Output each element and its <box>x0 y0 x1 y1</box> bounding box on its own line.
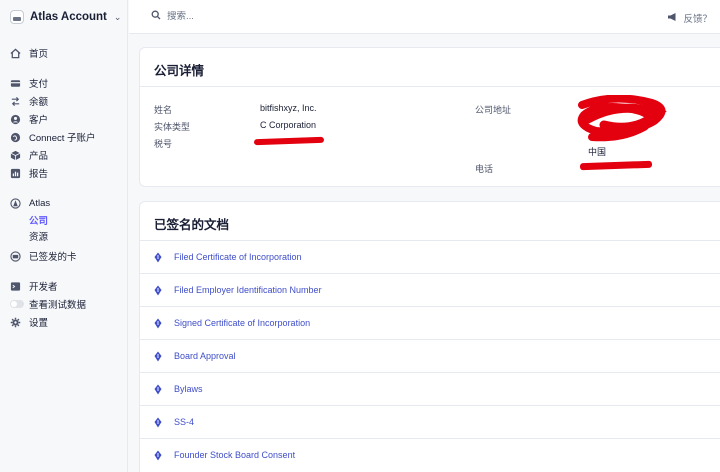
feedback-label: 反馈？ <box>683 14 712 25</box>
sidebar-item-label: 查看测试数据 <box>29 300 87 311</box>
sidebar-item-label: Atlas <box>29 197 51 209</box>
document-row[interactable]: Founder Stock Board Consent <box>140 438 720 471</box>
name-label: 姓名 <box>154 105 173 115</box>
entity-type-value: C Corporation <box>260 120 317 130</box>
sidebar-item-home[interactable]: 首页 <box>10 46 48 60</box>
document-link[interactable]: Bylaws <box>174 384 203 394</box>
balance-arrows-icon <box>10 96 21 107</box>
pen-nib-icon <box>154 450 162 461</box>
sidebar-item-label: 余额 <box>29 97 49 108</box>
sidebar-item-label: 已签发的卡 <box>29 252 77 263</box>
sidebar-item-reports[interactable]: 报告 <box>10 166 48 180</box>
address-redaction <box>577 95 667 142</box>
sidebar-item-label: 设置 <box>29 318 49 329</box>
test-data-toggle[interactable] <box>10 300 24 308</box>
box-icon <box>10 150 21 161</box>
document-link[interactable]: Signed Certificate of Incorporation <box>174 318 310 328</box>
search-input[interactable] <box>167 11 327 22</box>
document-row[interactable]: Filed Certificate of Incorporation <box>140 240 720 273</box>
phone-label: 电话 <box>475 164 494 174</box>
sidebar-item-label: 产品 <box>29 151 49 162</box>
sidebar-item-label: 报告 <box>29 169 49 180</box>
atlas-icon <box>10 197 21 209</box>
document-link[interactable]: SS-4 <box>174 417 194 427</box>
customer-icon <box>10 114 21 125</box>
sidebar-subitem-company[interactable]: 公司 <box>29 213 48 227</box>
phone-redaction <box>579 160 653 171</box>
document-row[interactable]: Signed Certificate of Incorporation <box>140 306 720 339</box>
document-row[interactable]: Filed Employer Identification Number <box>140 273 720 306</box>
sidebar-item-atlas[interactable]: Atlas <box>10 196 50 210</box>
address-label: 公司地址 <box>475 105 512 115</box>
pen-nib-icon <box>154 318 162 329</box>
pen-nib-icon <box>154 285 162 296</box>
payments-icon <box>10 78 21 89</box>
company-details-card: 公司详情 姓名 bitfishxyz, Inc. 实体类型 C Corporat… <box>139 47 720 187</box>
sidebar-item-developers[interactable]: 开发者 <box>10 279 58 293</box>
sidebar-item-label: 支付 <box>29 79 49 90</box>
pen-nib-icon <box>154 252 162 263</box>
issued-card-icon <box>10 250 21 262</box>
document-row[interactable]: Bylaws <box>140 372 720 405</box>
tax-id-redaction <box>253 136 325 146</box>
document-row[interactable]: SS-4 <box>140 405 720 438</box>
account-logo-icon <box>10 10 24 24</box>
home-icon <box>10 48 21 59</box>
search-bar[interactable] <box>151 10 327 23</box>
document-row[interactable]: Board Approval <box>140 339 720 372</box>
sidebar-item-connect[interactable]: Connect 子账户 <box>10 130 96 144</box>
sidebar-item-payments[interactable]: 支付 <box>10 76 48 90</box>
sidebar-item-issued-cards[interactable]: 已签发的卡 <box>10 249 77 263</box>
signed-documents-card: 已签名的文档 Filed Certificate of Incorporatio… <box>139 201 720 472</box>
country-value: 中国 <box>588 147 607 157</box>
sidebar-item-label: 首页 <box>29 49 49 60</box>
account-switcher[interactable]: Atlas Account ⌄ <box>10 8 121 26</box>
entity-type-label: 实体类型 <box>154 122 191 132</box>
megaphone-icon <box>667 12 678 25</box>
sidebar-item-balance[interactable]: 余额 <box>10 94 48 108</box>
document-link[interactable]: Filed Employer Identification Number <box>174 285 322 295</box>
name-value: bitfishxyz, Inc. <box>260 103 317 113</box>
pen-nib-icon <box>154 351 162 362</box>
connect-globe-icon <box>10 132 21 143</box>
document-link[interactable]: Founder Stock Board Consent <box>174 450 295 460</box>
pen-nib-icon <box>154 417 162 428</box>
account-name: Atlas Account <box>30 11 107 23</box>
document-link[interactable]: Board Approval <box>174 351 236 361</box>
sidebar-item-label: 客户 <box>29 115 49 126</box>
chevron-down-icon: ⌄ <box>113 11 122 22</box>
gear-icon <box>10 317 21 328</box>
top-bar: 反馈？ <box>129 0 720 34</box>
feedback-button[interactable]: 反馈？ <box>667 11 712 25</box>
reports-chart-icon <box>10 168 21 179</box>
signed-documents-title: 已签名的文档 <box>154 218 230 232</box>
pen-nib-icon <box>154 384 162 395</box>
sidebar-item-products[interactable]: 产品 <box>10 148 48 162</box>
sidebar-item-customers[interactable]: 客户 <box>10 112 48 126</box>
company-details-title: 公司详情 <box>154 64 205 78</box>
sidebar-item-settings[interactable]: 设置 <box>10 315 48 329</box>
terminal-icon <box>10 281 21 292</box>
sidebar-item-label: Connect 子账户 <box>29 133 96 144</box>
card-divider <box>140 86 720 87</box>
sidebar-item-label: 开发者 <box>29 282 58 293</box>
document-link[interactable]: Filed Certificate of Incorporation <box>174 252 302 262</box>
sidebar-subitem-resources[interactable]: 资源 <box>29 229 48 243</box>
sidebar-item-view-test-data[interactable]: 查看测试数据 <box>10 297 86 311</box>
search-icon <box>151 10 161 23</box>
tax-id-label: 税号 <box>154 139 173 149</box>
sidebar: Atlas Account ⌄ 首页 支付 余额 客户 Connect 子账户 … <box>0 0 128 472</box>
